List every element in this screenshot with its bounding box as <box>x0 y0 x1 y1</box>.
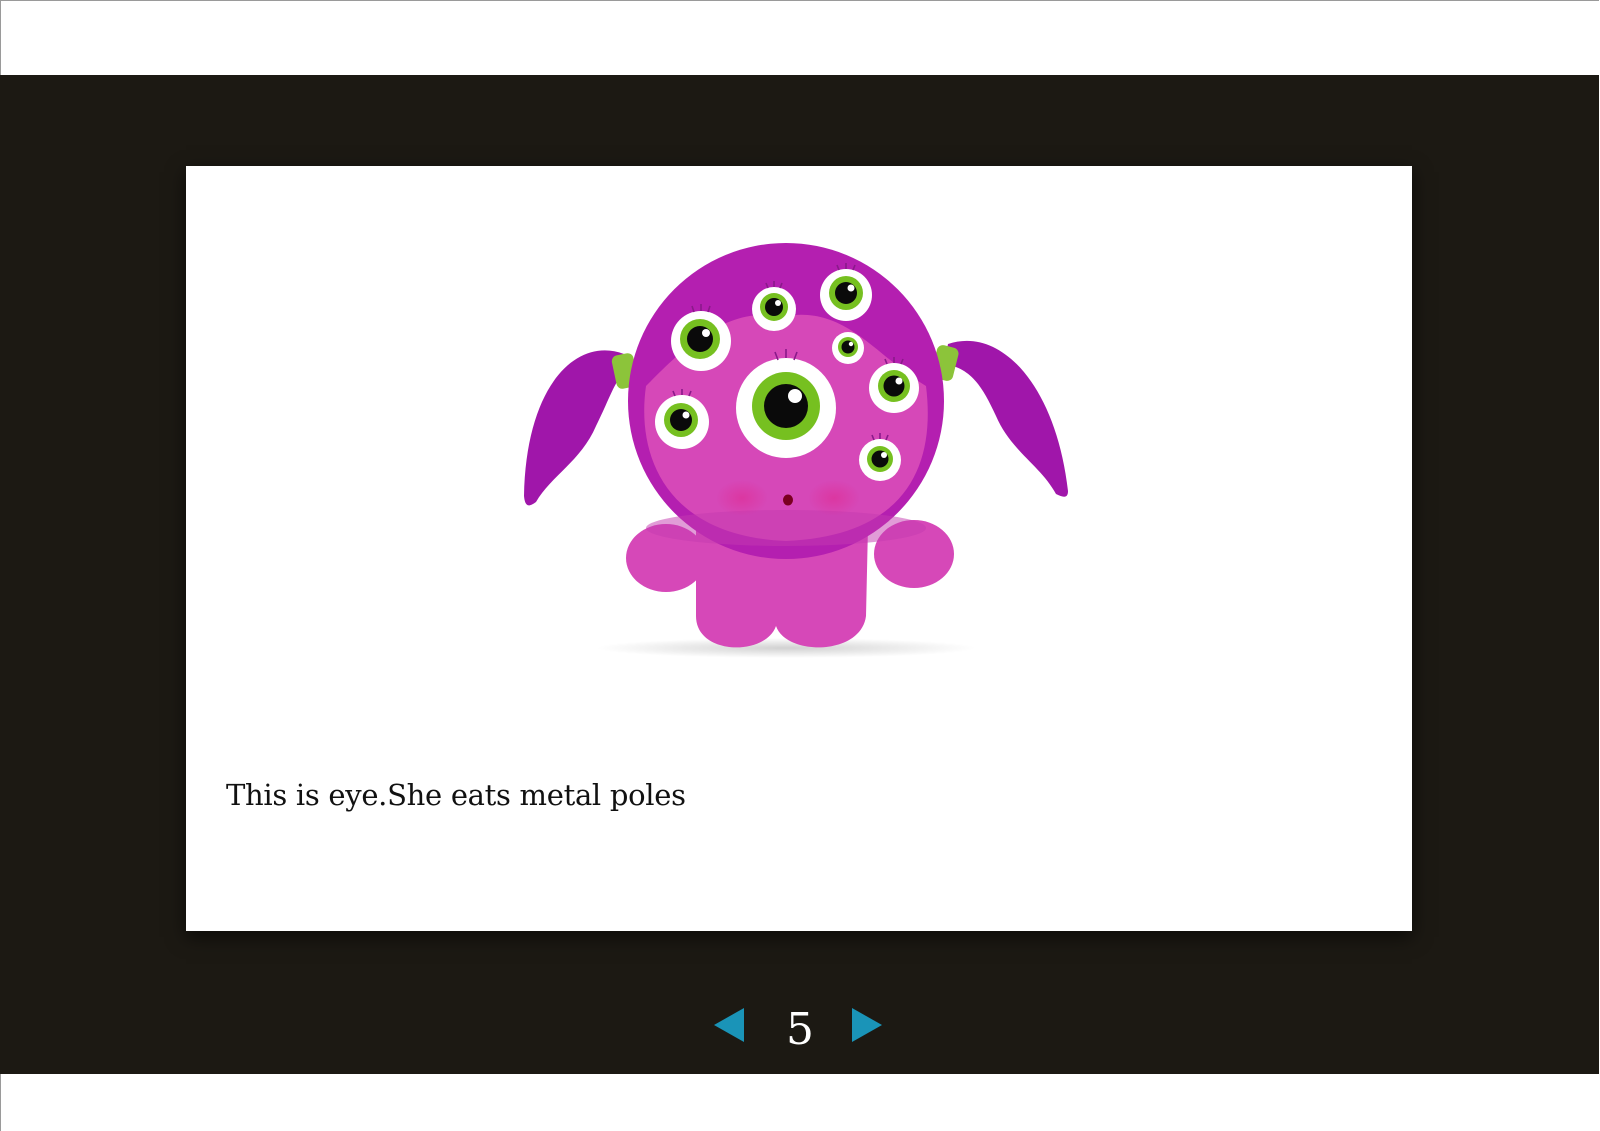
page-number: 5 <box>786 1004 814 1055</box>
left-arrow-icon <box>714 1008 744 1042</box>
slide-caption: This is eye.She eats metal poles <box>226 778 686 812</box>
top-margin <box>0 0 1599 75</box>
page: This is eye.She eats metal poles 5 <box>0 0 1600 1131</box>
previous-page-button[interactable] <box>712 1006 746 1044</box>
pink-monster-icon <box>524 243 1068 658</box>
bottom-margin <box>0 1074 1599 1131</box>
next-page-button[interactable] <box>850 1006 884 1044</box>
page-navigation: 5 <box>0 1000 1599 1060</box>
slide: This is eye.She eats metal poles <box>186 166 1412 931</box>
slideshow-viewer: This is eye.She eats metal poles 5 <box>0 75 1599 1074</box>
right-arrow-icon <box>852 1008 882 1042</box>
